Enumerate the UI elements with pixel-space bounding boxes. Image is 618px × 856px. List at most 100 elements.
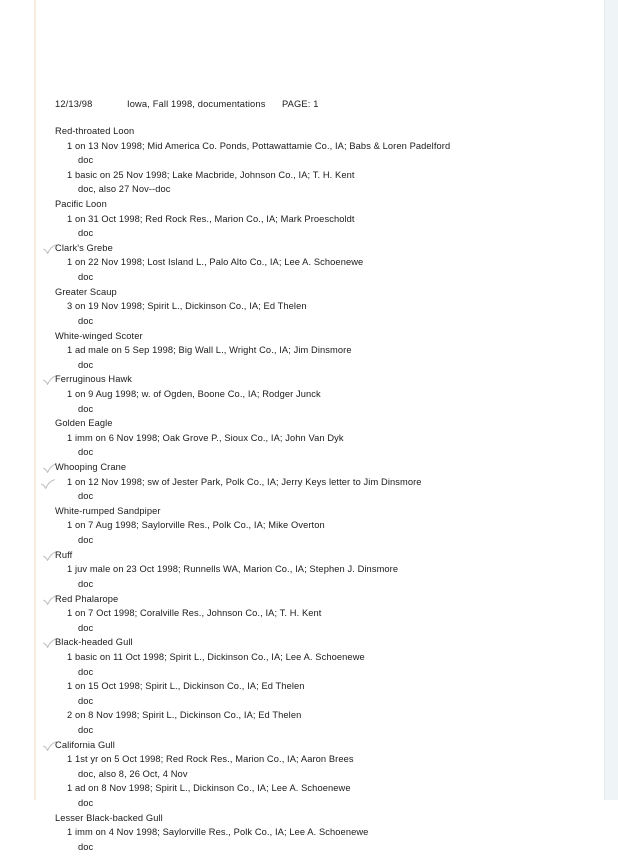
note-line: doc <box>0 491 618 506</box>
species-line: California Gull <box>0 740 618 755</box>
line-text: doc <box>78 666 94 677</box>
line-text: Lesser Black-backed Gull <box>55 812 163 823</box>
record-line: 1 on 7 Aug 1998; Saylorville Res., Polk … <box>0 520 618 535</box>
record-line: 1 juv male on 23 Oct 1998; Runnells WA, … <box>0 564 618 579</box>
note-line: doc <box>0 535 618 550</box>
species-line: Pacific Loon <box>0 199 618 214</box>
species-line: Clark's Grebe <box>0 243 618 258</box>
note-line: doc <box>0 842 618 856</box>
line-text: White-rumped Sandpiper <box>55 505 161 516</box>
line-text: 1 on 7 Aug 1998; Saylorville Res., Polk … <box>67 520 325 531</box>
line-text: doc <box>78 622 94 633</box>
species-line: Ruff <box>0 550 618 565</box>
line-text: 3 on 19 Nov 1998; Spirit L., Dickinson C… <box>67 301 307 312</box>
line-text: 1 on 9 Aug 1998; w. of Ogden, Boone Co.,… <box>67 388 321 399</box>
line-text: White-winged Scoter <box>55 330 143 341</box>
line-text: Greater Scaup <box>55 286 117 297</box>
line-text: doc <box>78 272 94 283</box>
line-text: Black-headed Gull <box>55 637 133 648</box>
header-date: 12/13/98 <box>55 99 93 109</box>
line-text: doc <box>78 535 94 546</box>
species-line: White-winged Scoter <box>0 331 618 346</box>
line-text: 1 on 22 Nov 1998; Lost Island L., Palo A… <box>67 257 364 268</box>
line-text: 2 on 8 Nov 1998; Spirit L., Dickinson Co… <box>67 710 302 721</box>
note-line: doc <box>0 798 618 813</box>
species-line: Whooping Crane <box>0 462 618 477</box>
line-text: doc <box>78 491 94 502</box>
line-text: 1 1st yr on 5 Oct 1998; Red Rock Res., M… <box>67 754 354 765</box>
record-line: 1 basic on 25 Nov 1998; Lake Macbride, J… <box>0 170 618 185</box>
record-line: 1 imm on 4 Nov 1998; Saylorville Res., P… <box>0 827 618 842</box>
record-line: 1 on 22 Nov 1998; Lost Island L., Palo A… <box>0 257 618 272</box>
line-text: 1 on 12 Nov 1998; sw of Jester Park, Pol… <box>67 476 422 487</box>
line-text: Clark's Grebe <box>55 242 113 253</box>
header-title: Iowa, Fall 1998, documentations <box>127 99 266 109</box>
line-text: 1 imm on 4 Nov 1998; Saylorville Res., P… <box>67 827 369 838</box>
record-line: 2 on 8 Nov 1998; Spirit L., Dickinson Co… <box>0 710 618 725</box>
scanned-document-page: 12/13/98 Iowa, Fall 1998, documentations… <box>0 0 618 852</box>
record-line: 1 imm on 6 Nov 1998; Oak Grove P., Sioux… <box>0 433 618 448</box>
record-line: 1 on 13 Nov 1998; Mid America Co. Ponds,… <box>0 141 618 156</box>
line-text: doc <box>78 695 94 706</box>
line-text: 1 basic on 25 Nov 1998; Lake Macbride, J… <box>67 169 355 180</box>
note-line: doc <box>0 316 618 331</box>
line-text: California Gull <box>55 739 115 750</box>
line-text: doc <box>78 228 94 239</box>
note-line: doc <box>0 447 618 462</box>
line-text: 1 on 31 Oct 1998; Red Rock Res., Marion … <box>67 213 355 224</box>
species-line: Black-headed Gull <box>0 637 618 652</box>
line-text: 1 on 15 Oct 1998; Spirit L., Dickinson C… <box>67 681 305 692</box>
species-line: Golden Eagle <box>0 418 618 433</box>
record-line: 1 on 31 Oct 1998; Red Rock Res., Marion … <box>0 214 618 229</box>
line-text: 1 basic on 11 Oct 1998; Spirit L., Dicki… <box>67 651 365 662</box>
line-text: Pacific Loon <box>55 199 107 210</box>
line-text: 1 juv male on 23 Oct 1998; Runnells WA, … <box>67 564 399 575</box>
line-text: Golden Eagle <box>55 418 113 429</box>
line-text: doc, also 27 Nov--doc <box>78 184 171 195</box>
species-line: Red Phalarope <box>0 594 618 609</box>
line-text: doc, also 8, 26 Oct, 4 Nov <box>78 768 188 779</box>
species-line: Red-throated Loon <box>0 126 618 141</box>
line-text: doc <box>78 447 94 458</box>
line-text: Whooping Crane <box>55 462 127 473</box>
line-text: doc <box>78 359 94 370</box>
line-text: Red Phalarope <box>55 593 119 604</box>
note-line: doc, also 27 Nov--doc <box>0 184 618 199</box>
species-line: White-rumped Sandpiper <box>0 506 618 521</box>
species-line: Greater Scaup <box>0 287 618 302</box>
line-text: Red-throated Loon <box>55 126 135 136</box>
line-text: doc <box>78 315 94 326</box>
record-line: 1 on 7 Oct 1998; Coralville Res., Johnso… <box>0 608 618 623</box>
line-text: 1 ad on 8 Nov 1998; Spirit L., Dickinson… <box>67 783 351 794</box>
line-text: doc <box>78 155 94 166</box>
line-text: doc <box>78 724 94 735</box>
record-line: 1 on 12 Nov 1998; sw of Jester Park, Pol… <box>0 477 618 492</box>
record-line: 1 ad male on 5 Sep 1998; Big Wall L., Wr… <box>0 345 618 360</box>
note-line: doc <box>0 360 618 375</box>
note-line: doc, also 8, 26 Oct, 4 Nov <box>0 769 618 784</box>
note-line: doc <box>0 696 618 711</box>
record-line: 3 on 19 Nov 1998; Spirit L., Dickinson C… <box>0 301 618 316</box>
species-line: Ferruginous Hawk <box>0 374 618 389</box>
line-text: 1 on 13 Nov 1998; Mid America Co. Ponds,… <box>67 140 451 151</box>
pencil-check-icon <box>41 478 55 490</box>
record-line: 1 ad on 8 Nov 1998; Spirit L., Dickinson… <box>0 783 618 798</box>
line-text: doc <box>78 578 94 589</box>
record-line: 1 on 9 Aug 1998; w. of Ogden, Boone Co.,… <box>0 389 618 404</box>
note-line: doc <box>0 667 618 682</box>
records-listing: Red-throated Loon 1 on 13 Nov 1998; Mid A… <box>0 126 618 856</box>
record-line: 1 basic on 11 Oct 1998; Spirit L., Dicki… <box>0 652 618 667</box>
line-text: 1 on 7 Oct 1998; Coralville Res., Johnso… <box>67 608 322 619</box>
note-line: doc <box>0 579 618 594</box>
species-line: Lesser Black-backed Gull <box>0 813 618 828</box>
record-line: 1 1st yr on 5 Oct 1998; Red Rock Res., M… <box>0 754 618 769</box>
line-text: 1 ad male on 5 Sep 1998; Big Wall L., Wr… <box>67 345 352 356</box>
line-text: Ruff <box>55 549 73 560</box>
note-line: doc <box>0 404 618 419</box>
line-text: Ferruginous Hawk <box>55 374 133 385</box>
header-page-number: PAGE: 1 <box>282 99 319 109</box>
note-line: doc <box>0 228 618 243</box>
note-line: doc <box>0 155 618 170</box>
note-line: doc <box>0 623 618 638</box>
note-line: doc <box>0 272 618 287</box>
